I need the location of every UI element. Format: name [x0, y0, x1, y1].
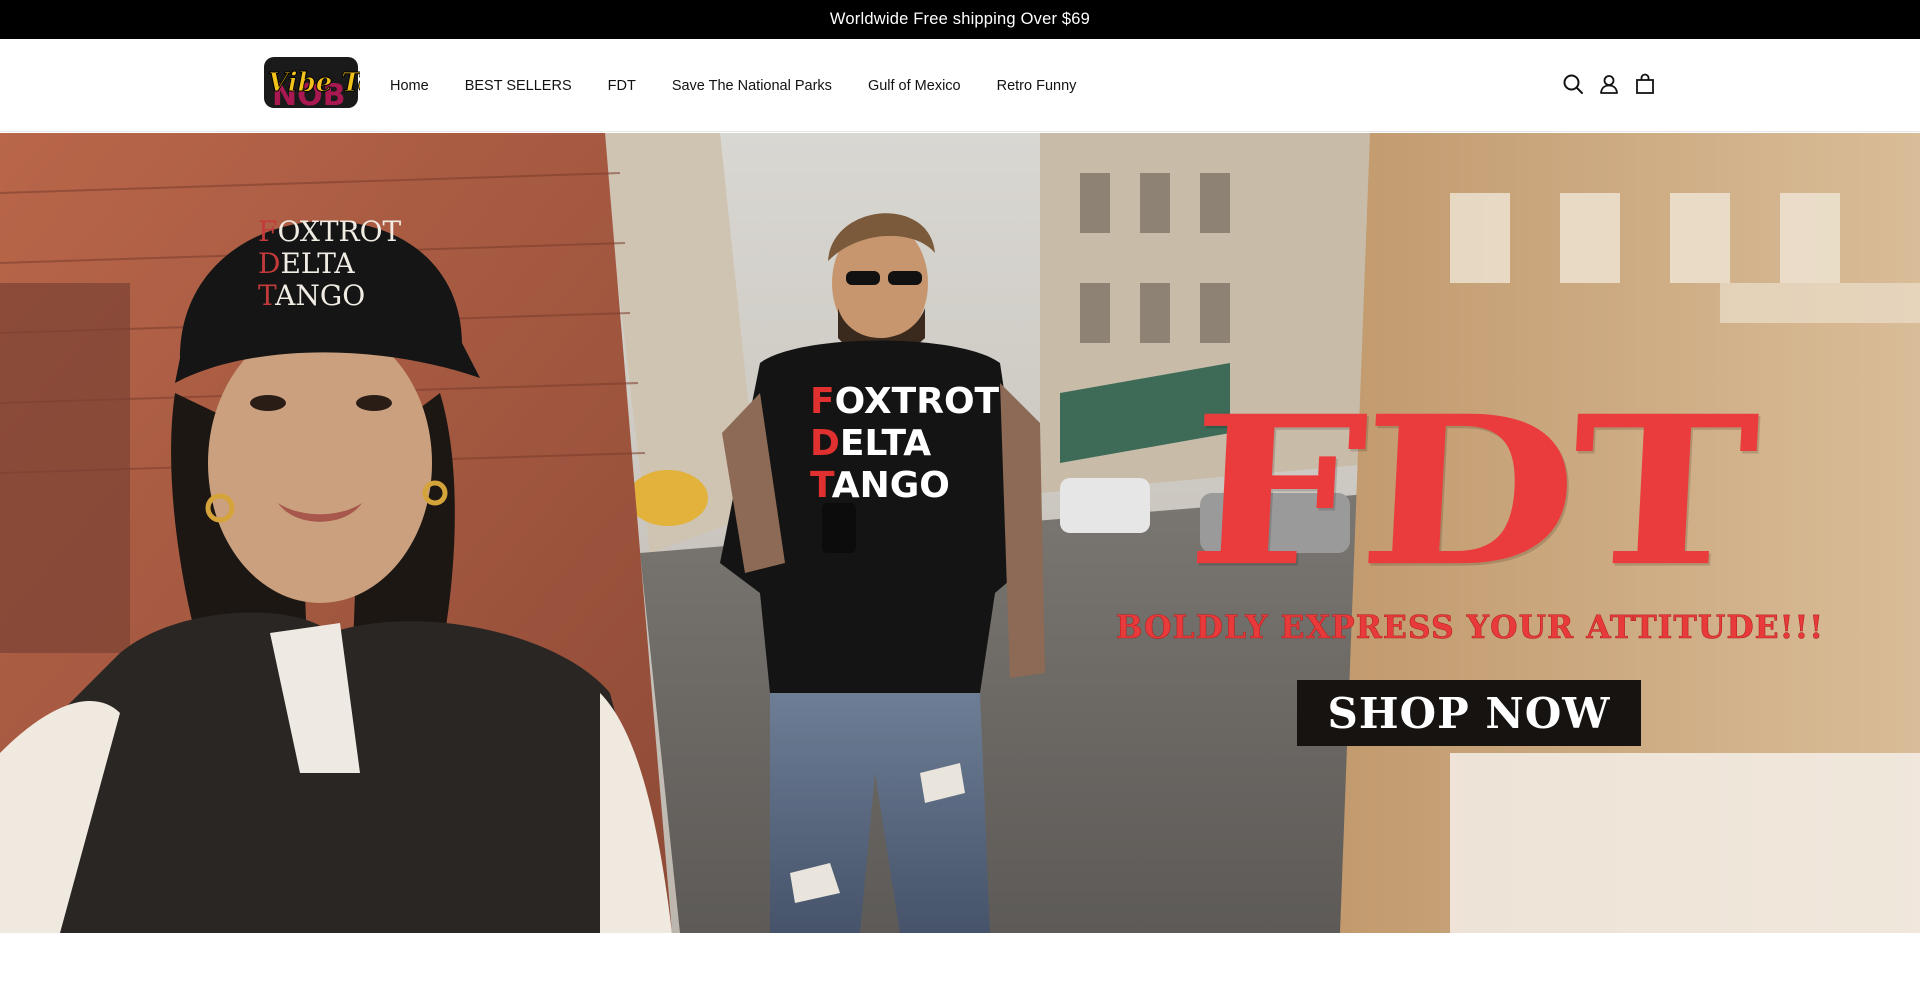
svg-text:TANGO: TANGO — [258, 279, 365, 312]
svg-text:DELTA: DELTA — [258, 247, 355, 280]
search-icon — [1563, 74, 1583, 94]
announcement-bar: Worldwide Free shipping Over $69 — [0, 0, 1920, 39]
cart-button[interactable] — [1632, 71, 1658, 97]
nav-fdt[interactable]: FDT — [608, 78, 636, 94]
hero-banner[interactable]: FOXTROT DELTA TANGO FOXTROT DELTA TANGO … — [0, 133, 1920, 933]
svg-text:DELTA: DELTA — [810, 423, 931, 464]
nav-retro-funny[interactable]: Retro Funny — [997, 78, 1077, 94]
search-button[interactable] — [1560, 71, 1586, 97]
logo-text: Vibe Tee — [268, 68, 360, 98]
nav-gulf-of-mexico[interactable]: Gulf of Mexico — [868, 78, 961, 94]
account-icon — [1600, 75, 1618, 94]
svg-text:FOXTROT: FOXTROT — [810, 381, 1000, 422]
svg-text:TANGO: TANGO — [810, 465, 950, 506]
cart-icon — [1636, 73, 1654, 94]
shop-now-button[interactable]: SHOP NOW — [1297, 680, 1641, 746]
main-nav: Home BEST SELLERS FDT Save The National … — [390, 39, 1112, 132]
svg-text:FOXTROT: FOXTROT — [258, 215, 402, 248]
nav-best-sellers[interactable]: BEST SELLERS — [465, 78, 572, 94]
nav-save-the-national-parks[interactable]: Save The National Parks — [672, 78, 832, 94]
nav-home[interactable]: Home — [390, 78, 429, 94]
header-icons — [1560, 71, 1668, 97]
site-header: NOB Vibe Tee Home BEST SELLERS FDT Save … — [0, 39, 1920, 132]
hero-subtitle: BOLDLY EXPRESS YOUR ATTITUDE!!! — [1115, 609, 1825, 647]
hero-title: FDT — [1182, 370, 1758, 612]
page-below-hero — [0, 933, 1920, 993]
account-button[interactable] — [1596, 71, 1622, 97]
vibe-tee-logo[interactable]: NOB Vibe Tee — [262, 55, 360, 110]
announcement-text: Worldwide Free shipping Over $69 — [829, 10, 1091, 28]
